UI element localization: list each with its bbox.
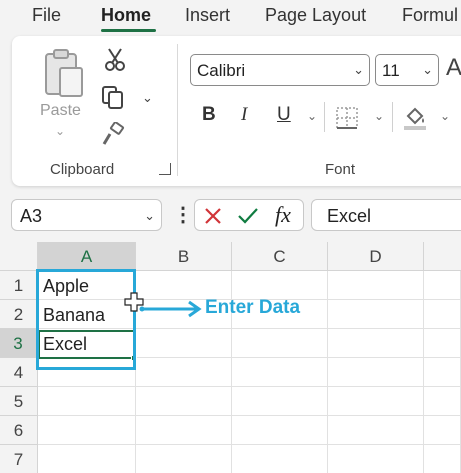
cell-e5[interactable] xyxy=(424,387,461,416)
font-name-value: Calibri xyxy=(197,61,246,80)
paste-button[interactable]: Paste xyxy=(40,102,81,120)
row-header-2[interactable]: 2 xyxy=(0,300,38,329)
ribbon-divider xyxy=(324,102,325,132)
font-group-label: Font xyxy=(325,161,356,178)
grow-font-button[interactable]: A xyxy=(446,54,461,82)
cell-d3[interactable] xyxy=(328,329,424,358)
cell-e4[interactable] xyxy=(424,358,461,387)
cancel-icon[interactable] xyxy=(203,206,223,226)
cell-b5[interactable] xyxy=(136,387,232,416)
borders-chevron-icon[interactable]: ⌄ xyxy=(374,109,384,123)
chevron-down-icon: ⌄ xyxy=(422,62,433,77)
cell-d6[interactable] xyxy=(328,416,424,445)
cell-a7[interactable] xyxy=(38,445,136,473)
underline-button[interactable]: U xyxy=(277,104,291,126)
chevron-down-icon: ⌄ xyxy=(353,62,364,77)
ribbon: Paste ⌄ ⌄ Clipboard Calibri ⌄ 11 ⌄ A B I… xyxy=(12,36,461,186)
annotation-arrow-icon xyxy=(139,300,202,318)
cell-e3[interactable] xyxy=(424,329,461,358)
cell-c1[interactable] xyxy=(232,271,328,300)
format-painter-icon[interactable] xyxy=(100,122,126,148)
column-header-e[interactable] xyxy=(424,242,461,271)
scissors-icon[interactable] xyxy=(102,46,128,72)
column-header-a[interactable]: A xyxy=(38,242,136,271)
name-box[interactable]: A3 ⌄ xyxy=(11,199,162,231)
italic-button[interactable]: I xyxy=(241,104,247,126)
font-size-select[interactable]: 11 ⌄ xyxy=(375,54,439,86)
clipboard-dialog-launcher-icon[interactable] xyxy=(159,163,171,175)
chevron-down-icon: ⌄ xyxy=(144,208,155,223)
cell-e6[interactable] xyxy=(424,416,461,445)
underline-chevron-icon[interactable]: ⌄ xyxy=(307,109,317,123)
active-tab-indicator xyxy=(101,29,156,32)
tab-formulas[interactable]: Formul xyxy=(402,5,458,26)
copy-icon[interactable] xyxy=(100,84,126,110)
cell-a5[interactable] xyxy=(38,387,136,416)
tab-file[interactable]: File xyxy=(32,5,61,26)
cell-d1[interactable] xyxy=(328,271,424,300)
fill-color-icon[interactable] xyxy=(402,104,428,132)
group-divider xyxy=(177,44,178,176)
column-header-d[interactable]: D xyxy=(328,242,424,271)
tab-page-layout[interactable]: Page Layout xyxy=(265,5,366,26)
row-header-6[interactable]: 6 xyxy=(0,416,38,445)
borders-icon[interactable] xyxy=(335,106,359,130)
column-header-b[interactable]: B xyxy=(136,242,232,271)
cell-e7[interactable] xyxy=(424,445,461,473)
clipboard-group-label: Clipboard xyxy=(50,161,115,178)
row-header-4[interactable]: 4 xyxy=(0,358,38,387)
cell-c6[interactable] xyxy=(232,416,328,445)
cell-c7[interactable] xyxy=(232,445,328,473)
cell-b3[interactable] xyxy=(136,329,232,358)
column-header-c[interactable]: C xyxy=(232,242,328,271)
paste-chevron-icon[interactable]: ⌄ xyxy=(55,124,65,138)
cell-e1[interactable] xyxy=(424,271,461,300)
font-name-select[interactable]: Calibri ⌄ xyxy=(190,54,370,86)
cell-e2[interactable] xyxy=(424,300,461,329)
select-all-corner[interactable] xyxy=(0,242,38,271)
confirm-icon[interactable] xyxy=(237,206,259,226)
row-header-3[interactable]: 3 xyxy=(0,329,38,358)
menu-bar: File Home Insert Page Layout Formul xyxy=(0,0,461,34)
tab-insert[interactable]: Insert xyxy=(185,5,230,26)
cell-c5[interactable] xyxy=(232,387,328,416)
bold-button[interactable]: B xyxy=(202,104,216,126)
ribbon-divider xyxy=(392,102,393,132)
fill-color-chevron-icon[interactable]: ⌄ xyxy=(440,109,450,123)
cell-b4[interactable] xyxy=(136,358,232,387)
row-header-5[interactable]: 5 xyxy=(0,387,38,416)
row-header-1[interactable]: 1 xyxy=(0,271,38,300)
cell-d5[interactable] xyxy=(328,387,424,416)
row-header-7[interactable]: 7 xyxy=(0,445,38,473)
clipboard-icon[interactable] xyxy=(44,48,84,98)
cell-c3[interactable] xyxy=(232,329,328,358)
cell-a6[interactable] xyxy=(38,416,136,445)
cell-d2[interactable] xyxy=(328,300,424,329)
worksheet-grid: A B C D 1 2 3 4 5 6 7 Apple Banana Excel E… xyxy=(0,242,461,473)
insert-function-button[interactable]: fx xyxy=(275,202,291,228)
font-size-value: 11 xyxy=(382,61,400,80)
name-box-value: A3 xyxy=(20,206,43,226)
annotation-highlight-box xyxy=(36,269,136,370)
annotation-label: Enter Data xyxy=(205,297,301,318)
tab-home[interactable]: Home xyxy=(101,5,151,26)
formula-input[interactable]: Excel xyxy=(311,199,461,231)
formula-actions: fx xyxy=(194,199,304,231)
copy-chevron-icon[interactable]: ⌄ xyxy=(142,90,153,106)
cell-d7[interactable] xyxy=(328,445,424,473)
cell-b6[interactable] xyxy=(136,416,232,445)
more-options-icon[interactable]: ⋮ xyxy=(173,202,193,227)
cell-c4[interactable] xyxy=(232,358,328,387)
cell-b7[interactable] xyxy=(136,445,232,473)
cell-b1[interactable] xyxy=(136,271,232,300)
cell-d4[interactable] xyxy=(328,358,424,387)
